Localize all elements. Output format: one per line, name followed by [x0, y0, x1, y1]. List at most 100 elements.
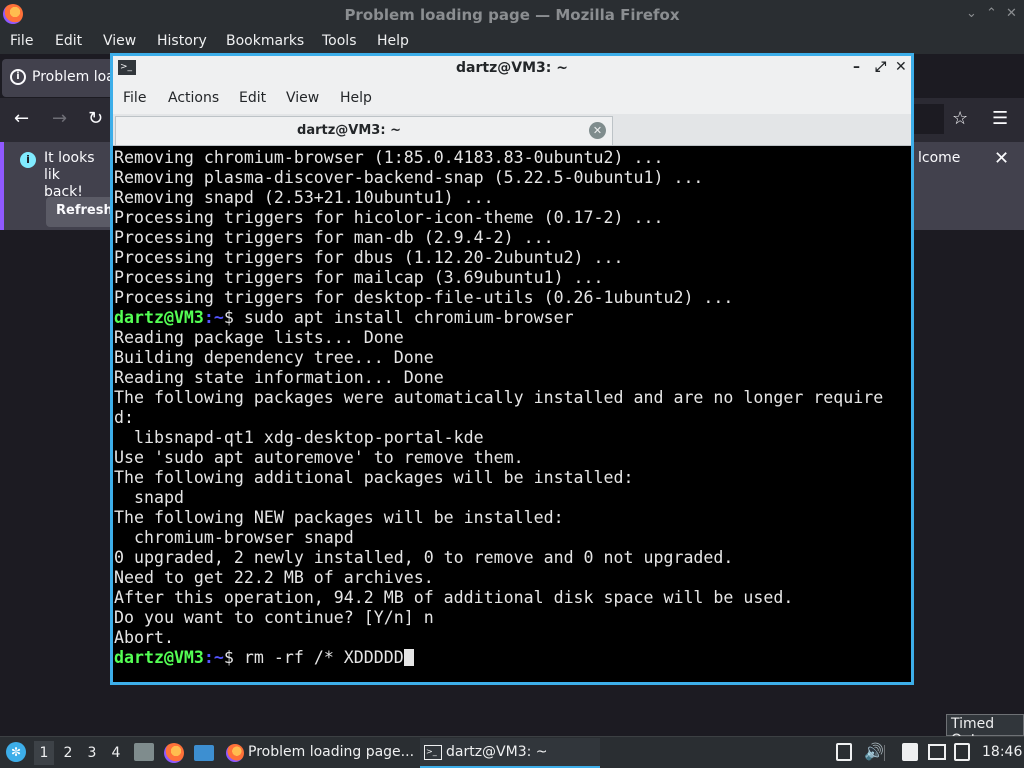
- menu-bookmarks[interactable]: Bookmarks: [226, 33, 304, 49]
- hamburger-menu-icon[interactable]: ☰: [992, 108, 1008, 129]
- terminal-output-line: Reading state information... Done: [114, 368, 444, 387]
- terminal-menu-view[interactable]: View: [286, 90, 319, 106]
- info-icon: i: [20, 152, 36, 168]
- reload-icon[interactable]: ↻: [88, 108, 103, 129]
- prompt-path: :~: [203, 648, 224, 667]
- terminal-output[interactable]: Removing chromium-browser (1:85.0.4183.8…: [113, 146, 911, 682]
- network-icon[interactable]: [928, 744, 946, 760]
- terminal-cursor: [403, 649, 414, 666]
- prompt-path: :~: [203, 308, 224, 327]
- menu-file[interactable]: File: [10, 33, 33, 49]
- prompt-symbol: $: [223, 648, 234, 667]
- refresh-button[interactable]: Refresh: [46, 197, 116, 227]
- terminal-menu-edit[interactable]: Edit: [239, 90, 266, 106]
- terminal-icon: >_: [424, 745, 442, 760]
- terminal-output-line: Removing chromium-browser (1:85.0.4183.8…: [114, 148, 664, 167]
- prompt-symbol: $: [223, 308, 234, 327]
- bookmark-star-icon[interactable]: ☆: [952, 108, 968, 129]
- terminal-menu-file[interactable]: File: [123, 90, 146, 106]
- terminal-tab-label: dartz@VM3: ~: [297, 123, 401, 138]
- close-icon[interactable]: ✕: [994, 148, 1009, 169]
- terminal-output-line: Processing triggers for desktop-file-uti…: [114, 288, 734, 307]
- clipboard-icon[interactable]: [836, 743, 852, 761]
- tray-separator: [884, 745, 885, 761]
- maximize-icon[interactable]: ⌃: [986, 6, 997, 21]
- terminal-output-line: d:: [114, 408, 134, 427]
- firefox-launcher-icon[interactable]: [164, 743, 184, 763]
- url-bar[interactable]: [914, 104, 944, 134]
- terminal-menu-actions[interactable]: Actions: [168, 90, 219, 106]
- terminal-menubar: File Actions Edit View Help: [113, 82, 911, 114]
- minimize-icon[interactable]: –: [853, 59, 860, 75]
- desktop-2[interactable]: 2: [58, 741, 78, 765]
- show-desktop-icon[interactable]: [194, 745, 214, 761]
- terminal-window: >_ dartz@VM3: ~ – ⤢ ✕ File Actions Edit …: [110, 53, 914, 685]
- maximize-icon[interactable]: ⤢: [875, 59, 886, 75]
- terminal-output-line: Removing snapd (2.53+21.10ubuntu1) ...: [114, 188, 494, 207]
- firefox-icon: [226, 744, 244, 762]
- terminal-tab[interactable]: dartz@VM3: ~ ✕: [115, 116, 613, 145]
- terminal-output-line: Processing triggers for mailcap (3.69ubu…: [114, 268, 604, 287]
- terminal-output-line: 0 upgraded, 2 newly installed, 0 to remo…: [114, 548, 734, 567]
- menu-view[interactable]: View: [103, 33, 136, 49]
- close-icon[interactable]: ✕: [895, 59, 907, 75]
- firefox-titlebar: Problem loading page — Mozilla Firefox ⌄…: [0, 0, 1024, 30]
- terminal-output-line: The following additional packages will b…: [114, 468, 634, 487]
- prompt-user: dartz@VM3: [114, 648, 204, 667]
- terminal-output-line: Processing triggers for hicolor-icon-the…: [114, 208, 664, 227]
- tab-label: Problem loa: [32, 69, 115, 85]
- terminal-output-line: snapd: [114, 488, 184, 507]
- terminal-output-line: Processing triggers for dbus (1.12.20-2u…: [114, 248, 624, 267]
- file-manager-icon[interactable]: [134, 743, 154, 761]
- command-text: sudo apt install chromium-browser: [233, 308, 574, 327]
- prompt-user: dartz@VM3: [114, 308, 204, 327]
- info-icon: i: [10, 69, 26, 85]
- command-text: rm -rf /* XDDDDD: [233, 648, 404, 667]
- info-text-line1: It looks lik: [44, 150, 95, 183]
- terminal-tabstrip: dartz@VM3: ~ ✕: [113, 114, 911, 146]
- menu-tools[interactable]: Tools: [322, 33, 357, 49]
- firefox-menubar: File Edit View History Bookmarks Tools H…: [0, 30, 1024, 54]
- task-firefox-label: Problem loading page...: [248, 744, 415, 760]
- menu-history[interactable]: History: [157, 33, 207, 49]
- terminal-output-line: Need to get 22.2 MB of archives.: [114, 568, 434, 587]
- terminal-output-line: The following NEW packages will be insta…: [114, 508, 564, 527]
- terminal-output-line: Removing plasma-discover-backend-snap (5…: [114, 168, 704, 187]
- firefox-window-title: Problem loading page — Mozilla Firefox: [344, 6, 680, 24]
- terminal-output-line: Use 'sudo apt autoremove' to remove them…: [114, 448, 524, 467]
- terminal-command-line: dartz@VM3:~$ rm -rf /* XDDDDD: [114, 648, 911, 668]
- terminal-output-line: Abort.: [114, 628, 174, 647]
- terminal-window-title: dartz@VM3: ~: [456, 60, 568, 76]
- task-terminal[interactable]: >_ dartz@VM3: ~: [420, 738, 600, 768]
- clock[interactable]: 18:46: [982, 744, 1022, 760]
- notes-icon[interactable]: [902, 743, 918, 761]
- terminal-output-line: The following packages were automaticall…: [114, 388, 884, 407]
- task-terminal-label: dartz@VM3: ~: [446, 744, 548, 760]
- back-icon[interactable]: ←: [14, 108, 29, 129]
- terminal-output-line: Processing triggers for man-db (2.9.4-2)…: [114, 228, 554, 247]
- application-launcher-icon[interactable]: ✼: [6, 742, 26, 762]
- info-text: It looks lik back!: [44, 150, 114, 201]
- menu-help[interactable]: Help: [377, 33, 409, 49]
- terminal-output-line: Building dependency tree... Done: [114, 348, 434, 367]
- terminal-menu-help[interactable]: Help: [340, 90, 372, 106]
- desktop-4[interactable]: 4: [106, 741, 126, 765]
- volume-icon[interactable]: 🔊: [864, 742, 884, 761]
- info-text-right: lcome: [918, 150, 961, 166]
- taskbar: ✼ 1 2 3 4 Problem loading page... >_ dar…: [0, 736, 1024, 768]
- menu-edit[interactable]: Edit: [55, 33, 82, 49]
- terminal-output-line: libsnapd-qt1 xdg-desktop-portal-kde: [114, 428, 484, 447]
- terminal-output-line: chromium-browser snapd: [114, 528, 354, 547]
- terminal-output-line: Do you want to continue? [Y/n] n: [114, 608, 434, 627]
- terminal-titlebar: >_ dartz@VM3: ~ – ⤢ ✕: [113, 56, 911, 82]
- forward-icon[interactable]: →: [52, 108, 67, 129]
- terminal-command-line: dartz@VM3:~$ sudo apt install chromium-b…: [114, 308, 911, 328]
- minimize-icon[interactable]: ⌄: [966, 6, 977, 21]
- desktop-3[interactable]: 3: [82, 741, 102, 765]
- notifications-icon[interactable]: [954, 743, 970, 761]
- task-firefox[interactable]: Problem loading page...: [222, 738, 418, 768]
- terminal-output-line: After this operation, 94.2 MB of additio…: [114, 588, 794, 607]
- close-icon[interactable]: ✕: [1006, 6, 1017, 21]
- desktop-1[interactable]: 1: [34, 741, 54, 765]
- close-tab-icon[interactable]: ✕: [589, 122, 606, 139]
